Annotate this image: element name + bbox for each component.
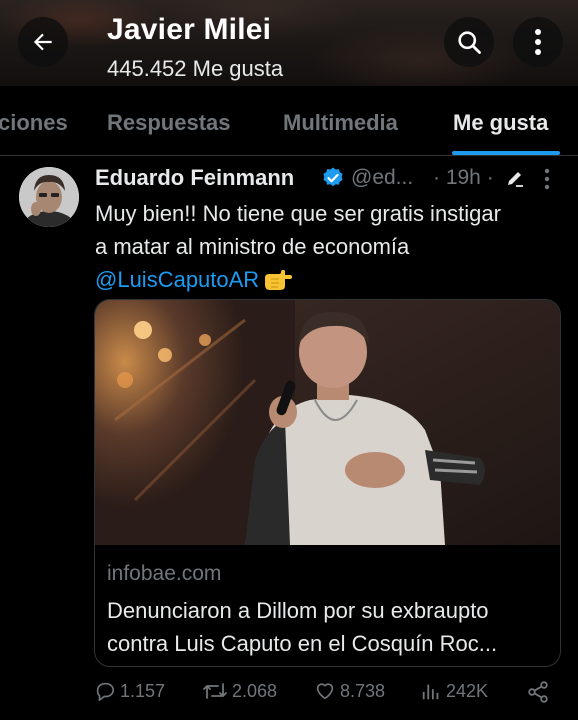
tweet-time[interactable]: · 19h · bbox=[433, 166, 494, 190]
card-title-line: Denunciaron a Dillom por su exbraupto bbox=[107, 598, 489, 623]
bar-chart-icon bbox=[422, 684, 439, 700]
reply-button[interactable]: 1.157 bbox=[94, 680, 165, 702]
tweet-text: Muy bien!! No tiene que ser gratis insti… bbox=[95, 197, 565, 300]
link-preview-card[interactable]: infobae.com Denunciaron a Dillom por su … bbox=[94, 299, 561, 667]
more-options-button[interactable] bbox=[513, 17, 563, 67]
retweet-icon bbox=[203, 683, 227, 699]
tab-me-gusta[interactable]: Me gusta bbox=[453, 110, 548, 136]
verified-badge-icon bbox=[323, 167, 343, 187]
tweet-actions: 1.157 2.068 8.738 242K bbox=[0, 678, 578, 710]
card-title-line: contra Luis Caputo en el Cosquín Roc... bbox=[107, 631, 498, 656]
card-domain: infobae.com bbox=[107, 562, 222, 585]
tweet-more-icon[interactable] bbox=[540, 167, 554, 191]
author-handle[interactable]: @ed... bbox=[351, 166, 413, 190]
like-button[interactable]: 8.738 bbox=[314, 680, 385, 702]
tweet-text-line: Muy bien!! No tiene que ser gratis insti… bbox=[95, 201, 501, 226]
search-icon bbox=[458, 31, 481, 54]
more-vertical-icon bbox=[535, 29, 541, 55]
arrow-left-icon bbox=[33, 33, 52, 51]
views-button[interactable]: 242K bbox=[420, 680, 488, 702]
tab-respuestas[interactable]: Respuestas bbox=[107, 110, 231, 136]
back-button[interactable] bbox=[18, 17, 68, 67]
author-name[interactable]: Eduardo Feinmann bbox=[95, 165, 294, 191]
reply-count: 1.157 bbox=[120, 680, 166, 701]
likes-count: 445.452 Me gusta bbox=[107, 56, 284, 81]
tweet-text-line: a matar al ministro de economía bbox=[95, 234, 410, 259]
like-count: 8.738 bbox=[340, 680, 386, 701]
search-button[interactable] bbox=[444, 17, 494, 67]
tab-menciones[interactable]: ciones bbox=[0, 110, 68, 136]
retweet-button[interactable]: 2.068 bbox=[202, 680, 277, 702]
profile-name: Javier Milei bbox=[107, 13, 272, 46]
heart-icon bbox=[316, 683, 334, 700]
mention-link[interactable]: @LuisCaputoAR bbox=[95, 267, 259, 292]
share-button[interactable] bbox=[526, 680, 550, 704]
tab-multimedia[interactable]: Multimedia bbox=[283, 110, 398, 136]
card-title: Denunciaron a Dillom por su exbraupto co… bbox=[107, 594, 552, 660]
profile-header: Javier Milei 445.452 Me gusta bbox=[0, 0, 578, 86]
edit-pencil-icon bbox=[508, 172, 523, 187]
pointing-hand-emoji bbox=[263, 267, 293, 300]
view-count: 242K bbox=[446, 680, 489, 701]
author-avatar[interactable] bbox=[19, 167, 79, 227]
profile-tabs: ciones Respuestas Multimedia Me gusta bbox=[0, 86, 578, 156]
article-photo bbox=[95, 300, 560, 545]
reply-icon bbox=[96, 682, 115, 701]
active-tab-indicator bbox=[452, 151, 560, 155]
share-icon bbox=[528, 681, 548, 703]
retweet-count: 2.068 bbox=[232, 680, 278, 701]
